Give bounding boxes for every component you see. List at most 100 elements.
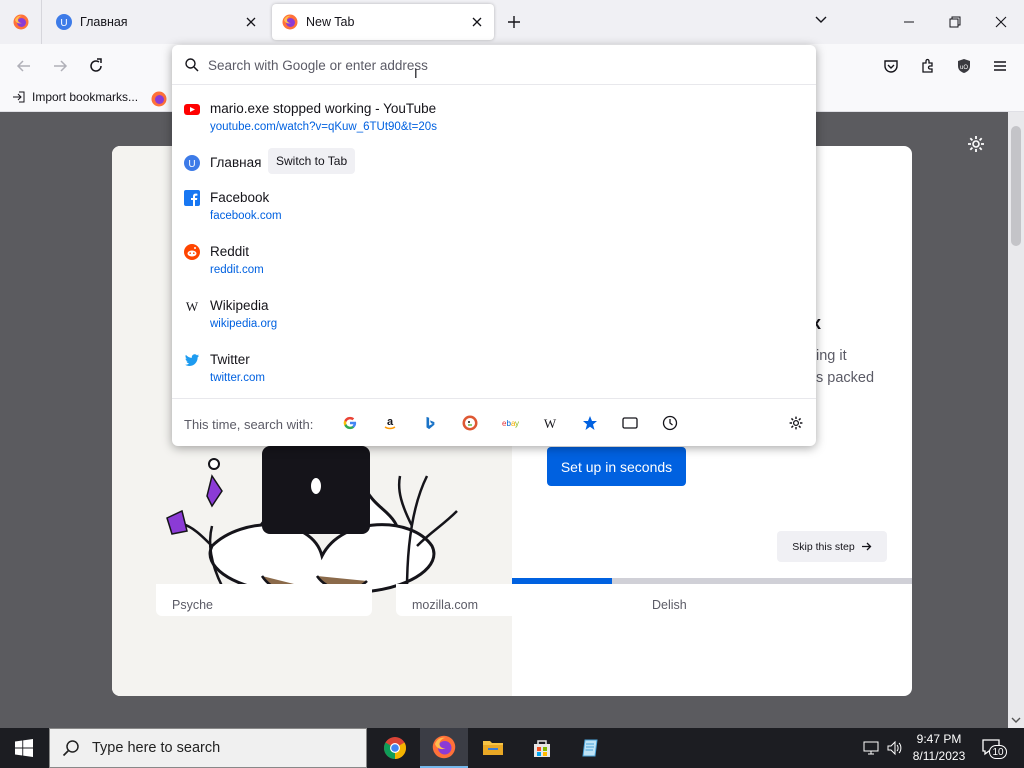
top-site-label: Delish bbox=[652, 598, 687, 612]
taskbar-notepad[interactable] bbox=[567, 728, 615, 768]
scrollbar-thumb[interactable] bbox=[1011, 126, 1021, 246]
bookmarks-icon bbox=[583, 416, 597, 430]
result-url: youtube.com/watch?v=qKuw_6TUt90&t=20s bbox=[210, 121, 437, 133]
taskbar-search-box[interactable] bbox=[49, 728, 367, 768]
tab-favicon-u: U bbox=[184, 155, 200, 171]
google-engine-button[interactable] bbox=[340, 413, 360, 433]
search-settings-button[interactable] bbox=[786, 413, 806, 433]
urlbar: I bbox=[172, 45, 816, 85]
urlbar-popup: I mario.exe stopped working - YouTube yo… bbox=[172, 45, 816, 446]
top-site-tile[interactable]: Delish bbox=[636, 584, 852, 616]
wikipedia-icon: W bbox=[186, 299, 199, 314]
top-site-tile[interactable]: Psyche bbox=[156, 584, 372, 616]
scrollbar[interactable] bbox=[1008, 112, 1024, 728]
taskbar-file-explorer[interactable] bbox=[469, 728, 517, 768]
search-icon bbox=[185, 58, 199, 72]
amazon-engine-button[interactable]: a bbox=[380, 413, 400, 433]
search-with-label: This time, search with: bbox=[184, 417, 314, 432]
system-clock[interactable]: 9:47 PM 8/11/2023 bbox=[900, 731, 978, 765]
windows-logo-icon bbox=[15, 739, 33, 757]
pocket-icon bbox=[884, 60, 898, 73]
taskbar-store[interactable] bbox=[518, 728, 566, 768]
ublock-button[interactable]: uO bbox=[952, 54, 976, 78]
network-icon[interactable] bbox=[862, 739, 880, 757]
firefox-view-button[interactable] bbox=[0, 0, 42, 44]
customize-button[interactable] bbox=[966, 134, 986, 157]
result-title: Reddit bbox=[210, 244, 250, 259]
taskbar-chrome[interactable] bbox=[371, 728, 419, 768]
tabs-icon bbox=[622, 417, 638, 429]
bookmarks-search-button[interactable] bbox=[580, 413, 600, 433]
firefox-icon bbox=[432, 735, 456, 759]
duckduckgo-icon bbox=[462, 415, 478, 431]
google-icon bbox=[343, 416, 357, 430]
firefox-icon[interactable] bbox=[151, 91, 167, 107]
svg-text:W: W bbox=[544, 416, 557, 431]
import-bookmarks-button[interactable]: Import bookmarks... bbox=[12, 90, 138, 104]
bing-icon bbox=[426, 416, 435, 430]
result-url: reddit.com bbox=[210, 264, 264, 276]
switch-to-tab-button[interactable]: Switch to Tab bbox=[268, 148, 356, 174]
hamburger-icon bbox=[994, 61, 1006, 71]
wikipedia-engine-button[interactable]: W bbox=[540, 413, 560, 433]
firefox-icon bbox=[282, 14, 298, 30]
svg-text:W: W bbox=[186, 299, 199, 314]
firefox-icon bbox=[13, 14, 28, 30]
extensions-button[interactable] bbox=[916, 54, 940, 78]
taskbar-firefox[interactable] bbox=[420, 728, 468, 768]
tab-new-tab[interactable]: New Tab bbox=[272, 4, 494, 40]
arrow-left-icon bbox=[16, 60, 30, 72]
notepad-icon bbox=[582, 739, 598, 757]
reload-button[interactable] bbox=[84, 54, 108, 78]
skip-step-button[interactable]: Skip this step bbox=[777, 531, 887, 562]
pocket-button[interactable] bbox=[879, 54, 903, 78]
close-window-button[interactable] bbox=[989, 10, 1013, 34]
clock-date: 8/11/2023 bbox=[912, 749, 966, 763]
tabs-search-button[interactable] bbox=[620, 413, 640, 433]
tab-bar: U Главная New Tab bbox=[0, 0, 1024, 44]
youtube-icon bbox=[184, 104, 200, 115]
svg-text:uO: uO bbox=[960, 65, 968, 71]
address-input[interactable] bbox=[208, 54, 798, 76]
top-site-tile[interactable]: mozilla.com bbox=[396, 584, 612, 616]
puzzle-icon bbox=[922, 58, 933, 73]
forward-button[interactable] bbox=[48, 54, 72, 78]
new-tab-button[interactable] bbox=[503, 11, 525, 33]
notification-count-badge: 10 bbox=[989, 745, 1007, 759]
ebay-engine-button[interactable]: ebay bbox=[500, 413, 520, 433]
history-search-button[interactable] bbox=[660, 413, 680, 433]
search-engine-bar: This time, search with: a ebay W bbox=[172, 398, 816, 446]
setup-button[interactable]: Set up in seconds bbox=[547, 447, 686, 486]
start-button[interactable] bbox=[0, 728, 48, 768]
scroll-down-icon[interactable] bbox=[1011, 716, 1021, 724]
list-all-tabs-button[interactable] bbox=[814, 12, 828, 29]
top-site-label: Psyche bbox=[172, 598, 213, 612]
svg-text:U: U bbox=[188, 159, 195, 170]
result-url: twitter.com bbox=[210, 372, 265, 384]
close-tab-icon[interactable] bbox=[242, 13, 260, 31]
clock-time: 9:47 PM bbox=[916, 732, 962, 746]
history-icon bbox=[662, 415, 678, 431]
arrow-right-icon bbox=[861, 542, 872, 551]
restore-icon bbox=[949, 16, 961, 28]
tab-title: Главная bbox=[80, 15, 128, 29]
svg-text:a: a bbox=[387, 416, 394, 428]
store-icon bbox=[534, 740, 550, 757]
back-button[interactable] bbox=[12, 54, 36, 78]
gear-icon bbox=[968, 136, 984, 152]
minimize-button[interactable] bbox=[897, 10, 921, 34]
tab-glavnaya[interactable]: U Главная bbox=[46, 4, 268, 40]
close-icon bbox=[995, 16, 1007, 28]
taskbar-search-input[interactable] bbox=[92, 740, 352, 756]
result-title: Facebook bbox=[210, 190, 270, 205]
skip-label: Skip this step bbox=[792, 540, 855, 553]
menu-button[interactable] bbox=[988, 54, 1012, 78]
plus-icon bbox=[508, 16, 520, 28]
restore-button[interactable] bbox=[943, 10, 967, 34]
bing-engine-button[interactable] bbox=[420, 413, 440, 433]
close-tab-icon[interactable] bbox=[468, 13, 486, 31]
minimize-icon bbox=[904, 21, 914, 23]
wikipedia-icon: W bbox=[544, 416, 557, 431]
duckduckgo-engine-button[interactable] bbox=[460, 413, 480, 433]
text-cursor-icon: I bbox=[414, 66, 418, 81]
